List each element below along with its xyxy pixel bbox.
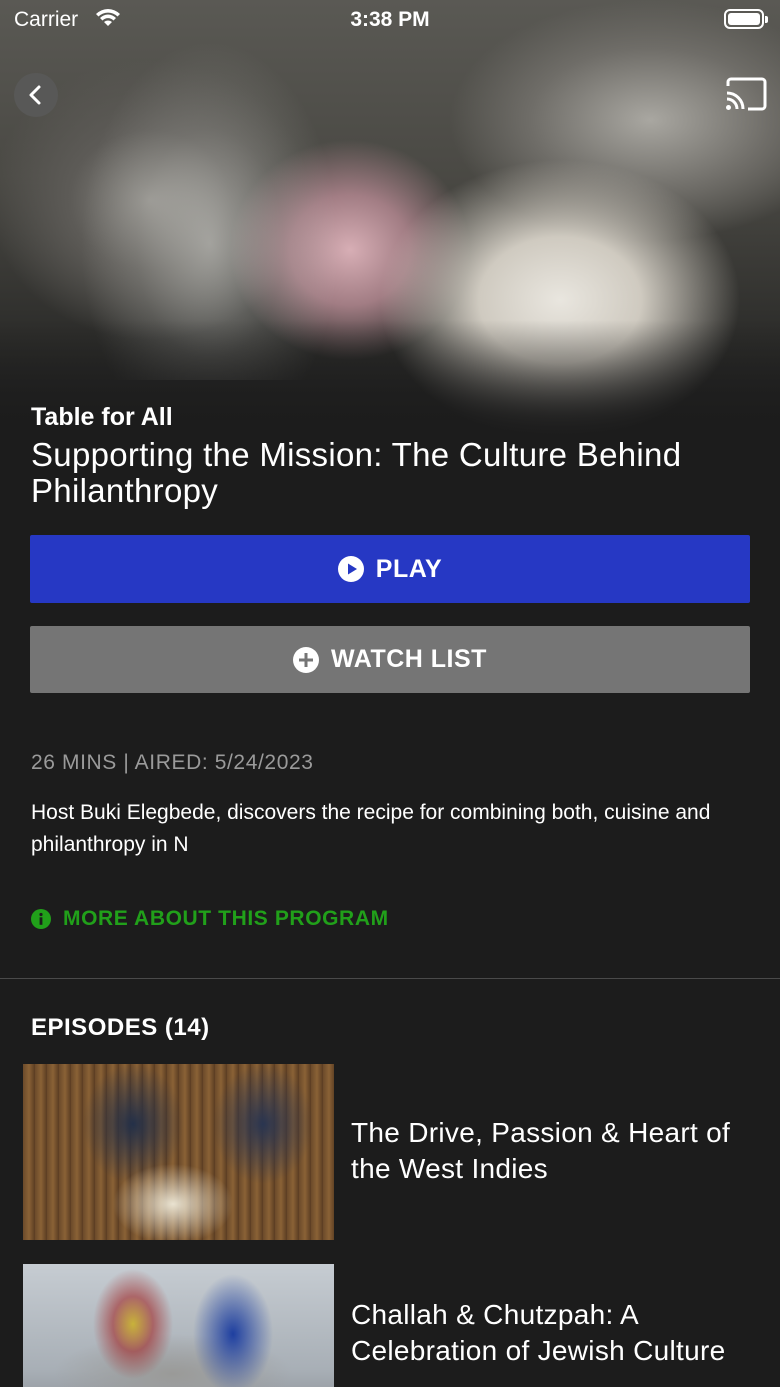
info-icon: [31, 909, 51, 929]
episode-thumbnail: [23, 1064, 334, 1240]
episode-title: Supporting the Mission: The Culture Behi…: [31, 436, 682, 509]
hero-image: [0, 0, 780, 440]
more-about-program-label: MORE ABOUT THIS PROGRAM: [63, 907, 389, 930]
more-about-program-link[interactable]: MORE ABOUT THIS PROGRAM: [31, 907, 389, 931]
back-chevron-icon: [29, 85, 41, 105]
show-title: Table for All: [31, 403, 173, 431]
cast-icon[interactable]: [724, 76, 768, 112]
battery-icon: [724, 9, 768, 29]
episode-thumbnail: [23, 1264, 334, 1387]
episode-list-item[interactable]: Challah & Chutzpah: A Celebration of Jew…: [23, 1264, 780, 1387]
episodes-header: EPISODES (14): [31, 1014, 210, 1041]
play-label: PLAY: [375, 554, 443, 583]
episode-list-item[interactable]: The Drive, Passion & Heart of the West I…: [23, 1064, 780, 1240]
play-circle-icon: [337, 556, 364, 582]
section-divider: [0, 978, 780, 979]
episode-meta: 26 MINS | AIRED: 5/24/2023: [31, 751, 314, 774]
episode-description: Host Buki Elegbede, discovers the recipe…: [31, 801, 711, 856]
plus-circle-icon: [293, 646, 320, 673]
watchlist-label: WATCH LIST: [331, 645, 487, 673]
status-bar: Carrier 3:38 PM: [0, 0, 780, 40]
episode-item-title: Challah & Chutzpah: A Celebration of Jew…: [351, 1299, 726, 1366]
back-button[interactable]: [14, 73, 58, 117]
episode-item-title: The Drive, Passion & Heart of the West I…: [351, 1117, 731, 1184]
watchlist-button[interactable]: WATCH LIST: [30, 626, 750, 693]
play-button[interactable]: PLAY: [30, 535, 750, 603]
clock: 3:38 PM: [350, 8, 430, 31]
